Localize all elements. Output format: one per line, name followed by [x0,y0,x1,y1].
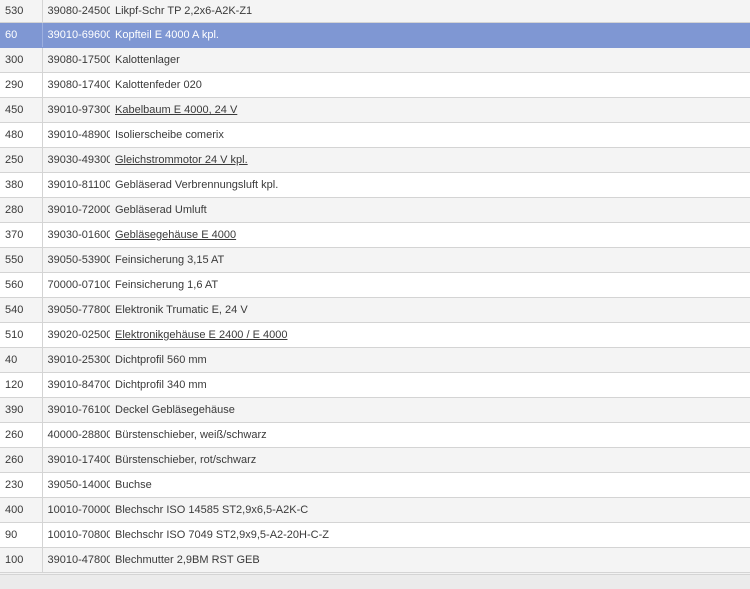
part-number-cell: 10010-70800 [42,522,110,548]
part-number-cell: 39030-01600 [42,222,110,248]
part-number-cell: 39010-72000 [42,197,110,223]
parts-table-body: 530 39080-24500 Likpf-Schr TP 2,2x6-A2K-Z1… [0,0,750,573]
position-cell: 290 [0,72,43,98]
table-row-selected[interactable]: 60 39010-69600 Kopfteil E 4000 A kpl. [0,22,750,48]
position-cell: 260 [0,422,43,448]
table-row[interactable]: 380 39010-81100 Gebläserad Verbrennungsluf… [0,172,750,198]
description-cell: Feinsicherung 3,15 AT [110,247,750,273]
position-cell: 230 [0,472,43,498]
table-row[interactable]: 250 39030-49300 Gleichstrommotor 24 V kpl. [0,147,750,173]
part-number-cell: 39010-69600 [42,22,110,48]
part-number-cell: 39050-53900 [42,247,110,273]
description-cell: Gebläsegehäuse E 4000 [110,222,750,248]
description-cell: Kalottenfeder 020 [110,72,750,98]
position-cell: 40 [0,347,43,373]
table-row[interactable]: 90 10010-70800 Blechschr ISO 7049 ST2,9x9,… [0,522,750,548]
table-row[interactable]: 550 39050-53900 Feinsicherung 3,15 AT [0,247,750,273]
part-number-cell: 39010-48900 [42,122,110,148]
description-cell: Feinsicherung 1,6 AT [110,272,750,298]
table-row[interactable]: 540 39050-77800 Elektronik Trumatic E, 24 … [0,297,750,323]
table-row[interactable]: 390 39010-76100 Deckel Gebläsegehäuse [0,397,750,423]
table-row[interactable]: 280 39010-72000 Gebläserad Umluft [0,197,750,223]
description-cell: Elektronikgehäuse E 2400 / E 4000 [110,322,750,348]
description-cell: Buchse [110,472,750,498]
description-cell: Kopfteil E 4000 A kpl. [110,22,750,48]
part-number-cell: 39010-97300 [42,97,110,123]
table-row[interactable]: 480 39010-48900 Isolierscheibe comerix [0,122,750,148]
position-cell: 60 [0,22,43,48]
position-cell: 250 [0,147,43,173]
parts-table: 530 39080-24500 Likpf-Schr TP 2,2x6-A2K-Z1… [0,0,750,573]
table-row[interactable]: 560 70000-07100 Feinsicherung 1,6 AT [0,272,750,298]
position-cell: 480 [0,122,43,148]
description-cell: Gleichstrommotor 24 V kpl. [110,147,750,173]
description-cell: Blechmutter 2,9BM RST GEB [110,547,750,573]
description-cell: Deckel Gebläsegehäuse [110,397,750,423]
table-row[interactable]: 300 39080-17500 Kalottenlager [0,47,750,73]
position-cell: 100 [0,547,43,573]
part-number-cell: 39010-76100 [42,397,110,423]
table-row[interactable]: 100 39010-47800 Blechmutter 2,9BM RST GEB [0,547,750,573]
description-cell: Bürstenschieber, weiß/schwarz [110,422,750,448]
part-number-cell: 39050-77800 [42,297,110,323]
position-cell: 450 [0,97,43,123]
part-number-cell: 39080-24500 [42,0,110,23]
table-row[interactable]: 530 39080-24500 Likpf-Schr TP 2,2x6-A2K-Z1 [0,0,750,23]
description-cell: Kabelbaum E 4000, 24 V [110,97,750,123]
position-cell: 540 [0,297,43,323]
part-number-cell: 39050-14000 [42,472,110,498]
position-cell: 550 [0,247,43,273]
part-number-cell: 39010-84700 [42,372,110,398]
table-row[interactable]: 40 39010-25300 Dichtprofil 560 mm [0,347,750,373]
part-number-cell: 10010-70000 [42,497,110,523]
description-link[interactable]: Gebläsegehäuse E 4000 [115,229,236,241]
description-cell: Isolierscheibe comerix [110,122,750,148]
part-number-cell: 70000-07100 [42,272,110,298]
position-cell: 370 [0,222,43,248]
description-cell: Bürstenschieber, rot/schwarz [110,447,750,473]
table-row[interactable]: 370 39030-01600 Gebläsegehäuse E 4000 [0,222,750,248]
part-number-cell: 39080-17400 [42,72,110,98]
position-cell: 510 [0,322,43,348]
description-cell: Gebläserad Umluft [110,197,750,223]
part-number-cell: 39010-81100 [42,172,110,198]
table-row[interactable]: 450 39010-97300 Kabelbaum E 4000, 24 V [0,97,750,123]
description-cell: Dichtprofil 340 mm [110,372,750,398]
position-cell: 560 [0,272,43,298]
position-cell: 380 [0,172,43,198]
position-cell: 120 [0,372,43,398]
position-cell: 300 [0,47,43,73]
table-footer [0,574,750,589]
part-number-cell: 39010-17400 [42,447,110,473]
position-cell: 260 [0,447,43,473]
description-cell: Likpf-Schr TP 2,2x6-A2K-Z1 [110,0,750,23]
table-row[interactable]: 400 10010-70000 Blechschr ISO 14585 ST2,9x… [0,497,750,523]
description-link[interactable]: Kabelbaum E 4000, 24 V [115,104,237,116]
description-link[interactable]: Gleichstrommotor 24 V kpl. [115,154,248,166]
description-cell: Elektronik Trumatic E, 24 V [110,297,750,323]
position-cell: 530 [0,0,43,23]
part-number-cell: 39020-02500 [42,322,110,348]
part-number-cell: 39010-47800 [42,547,110,573]
part-number-cell: 40000-28800 [42,422,110,448]
table-row[interactable]: 260 39010-17400 Bürstenschieber, rot/schwa… [0,447,750,473]
description-cell: Gebläserad Verbrennungsluft kpl. [110,172,750,198]
description-cell: Dichtprofil 560 mm [110,347,750,373]
table-row[interactable]: 510 39020-02500 Elektronikgehäuse E 2400 /… [0,322,750,348]
description-cell: Kalottenlager [110,47,750,73]
part-number-cell: 39030-49300 [42,147,110,173]
position-cell: 280 [0,197,43,223]
table-row[interactable]: 290 39080-17400 Kalottenfeder 020 [0,72,750,98]
part-number-cell: 39080-17500 [42,47,110,73]
description-cell: Blechschr ISO 7049 ST2,9x9,5-A2-20H-C-Z [110,522,750,548]
table-row[interactable]: 120 39010-84700 Dichtprofil 340 mm [0,372,750,398]
position-cell: 90 [0,522,43,548]
table-row[interactable]: 260 40000-28800 Bürstenschieber, weiß/schw… [0,422,750,448]
part-number-cell: 39010-25300 [42,347,110,373]
description-link[interactable]: Elektronikgehäuse E 2400 / E 4000 [115,329,287,341]
description-cell: Blechschr ISO 14585 ST2,9x6,5-A2K-C [110,497,750,523]
position-cell: 390 [0,397,43,423]
table-row[interactable]: 230 39050-14000 Buchse [0,472,750,498]
position-cell: 400 [0,497,43,523]
